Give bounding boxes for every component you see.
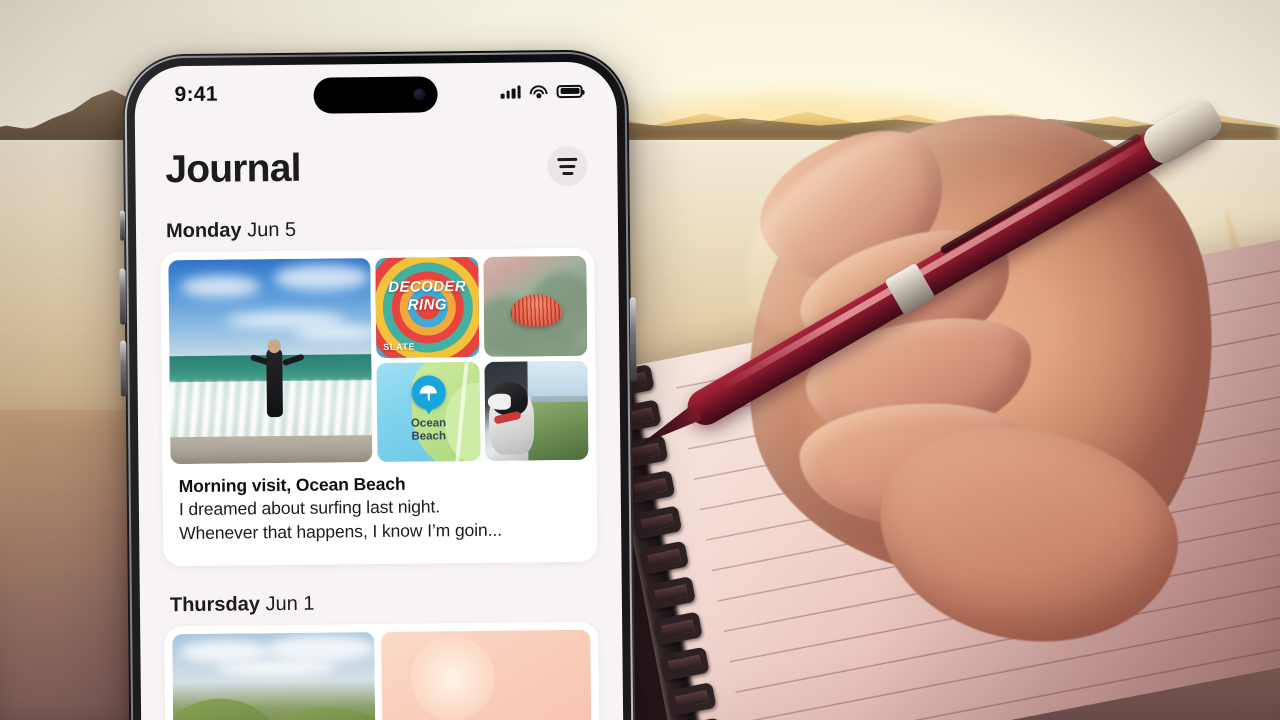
journal-entry-card[interactable]: DECODER RING SLATE Ocean Beach Morning v… (160, 247, 598, 567)
day-date: Jun 5 (247, 218, 297, 242)
podcast-publisher: SLATE (383, 341, 416, 352)
side-power-button[interactable] (629, 297, 637, 382)
map-tile-image: Ocean Beach (376, 361, 481, 463)
seashell-photo[interactable] (483, 255, 588, 357)
day-weekday: Thursday (169, 593, 261, 617)
wifi-icon (529, 84, 548, 98)
dynamic-island (313, 76, 438, 114)
podcast-artwork-image: DECODER RING SLATE (375, 256, 480, 358)
map-tile[interactable]: Ocean Beach (376, 361, 481, 463)
status-indicators (500, 84, 583, 99)
surfer-photo[interactable] (168, 258, 373, 465)
entry-media-column: DECODER RING SLATE Ocean Beach (375, 255, 589, 463)
volume-up-button[interactable] (119, 268, 126, 325)
dog-photo-image (484, 360, 589, 461)
entry-title: Morning visit, Ocean Beach (178, 473, 406, 497)
entry-media-grid: DECODER RING SLATE Ocean Beach (168, 255, 589, 465)
peach-card[interactable]: Walk (381, 630, 592, 720)
entry-media-row-top: DECODER RING SLATE (375, 255, 588, 358)
mountain-photo[interactable] (172, 632, 376, 720)
podcast-artwork[interactable]: DECODER RING SLATE (375, 256, 480, 358)
cellular-signal-icon (500, 84, 521, 99)
iphone-device: 9:41 Journal Monday Jun 5 DECODER RING S… (119, 49, 637, 720)
page-title: Journal (165, 146, 301, 192)
journal-entry-card[interactable]: Walk (164, 621, 600, 720)
entry-media-row-bottom: Ocean Beach (376, 360, 589, 463)
app-header: Journal (135, 119, 618, 192)
battery-full-icon (556, 84, 583, 98)
beach-umbrella-pin-icon (411, 375, 446, 411)
podcast-title: DECODER RING (376, 277, 479, 314)
day-header-thursday: Thursday Jun 1 (140, 562, 623, 627)
status-time: 9:41 (174, 82, 218, 107)
seashell-photo-image (483, 255, 588, 357)
map-label-line-1: Ocean (410, 417, 447, 430)
day-header-monday: Monday Jun 5 (136, 187, 619, 252)
phone-screen: 9:41 Journal Monday Jun 5 DECODER RING S… (134, 61, 624, 720)
sun-glow-graphic (410, 635, 496, 720)
volume-down-button[interactable] (120, 340, 127, 397)
dog-photo[interactable] (484, 360, 589, 461)
podcast-title-line-2: RING (407, 296, 447, 314)
day-date: Jun 1 (265, 592, 315, 616)
podcast-title-line-1: DECODER (388, 277, 467, 296)
entry-body-line-2: Whenever that happens, I know I’m goin..… (179, 519, 503, 543)
day-weekday: Monday (165, 219, 242, 243)
map-label: Ocean Beach (377, 417, 480, 445)
mountain-photo-image (172, 632, 376, 720)
front-camera-icon (413, 88, 426, 101)
ring-silent-switch[interactable] (119, 210, 126, 241)
map-label-line-2: Beach (411, 430, 447, 444)
filter-lines-icon[interactable] (547, 145, 588, 187)
entry-text-block: Morning visit, Ocean Beach I dreamed abo… (170, 460, 589, 559)
surfer-photo-image (168, 258, 373, 465)
status-bar: 9:41 (134, 61, 617, 124)
